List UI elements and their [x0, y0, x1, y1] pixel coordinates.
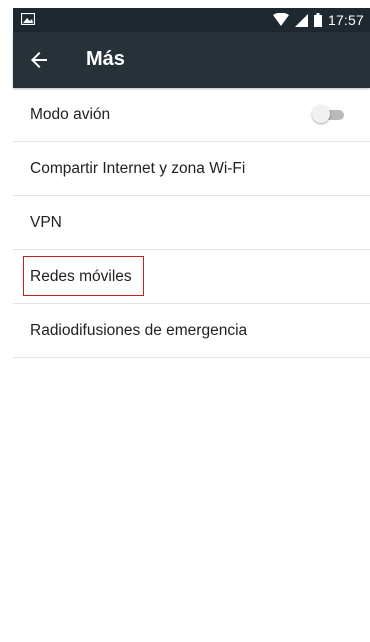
airplane-mode-toggle[interactable] [312, 105, 346, 123]
settings-item-tethering-hotspot[interactable]: Compartir Internet y zona Wi-Fi [13, 142, 370, 196]
settings-item-airplane-mode[interactable]: Modo avión [13, 88, 370, 142]
settings-item-label: VPN [30, 213, 62, 231]
battery-icon [313, 13, 322, 27]
settings-item-label: Modo avión [30, 105, 111, 123]
page-title: Más [86, 48, 125, 70]
settings-item-mobile-networks[interactable]: Redes móviles [13, 250, 370, 304]
settings-list: Modo avión Compartir Internet y zona Wi-… [13, 88, 370, 358]
status-bar: 17:57 [13, 8, 370, 32]
wifi-icon [272, 13, 289, 26]
settings-item-label: Redes móviles [30, 267, 132, 285]
toggle-thumb [312, 105, 330, 123]
settings-item-vpn[interactable]: VPN [13, 196, 370, 250]
settings-item-label: Compartir Internet y zona Wi-Fi [30, 159, 246, 177]
app-bar: Más [13, 32, 370, 88]
phone-screen: 17:57 Más Modo avión Compartir Internet … [0, 0, 370, 642]
image-notification-icon [21, 13, 35, 25]
status-time: 17:57 [327, 12, 364, 28]
cell-signal-icon [294, 13, 308, 27]
status-icons: 17:57 [272, 11, 364, 29]
settings-item-emergency-broadcasts[interactable]: Radiodifusiones de emergencia [13, 304, 370, 358]
arrow-back-icon[interactable] [27, 48, 51, 72]
settings-item-label: Radiodifusiones de emergencia [30, 321, 248, 339]
